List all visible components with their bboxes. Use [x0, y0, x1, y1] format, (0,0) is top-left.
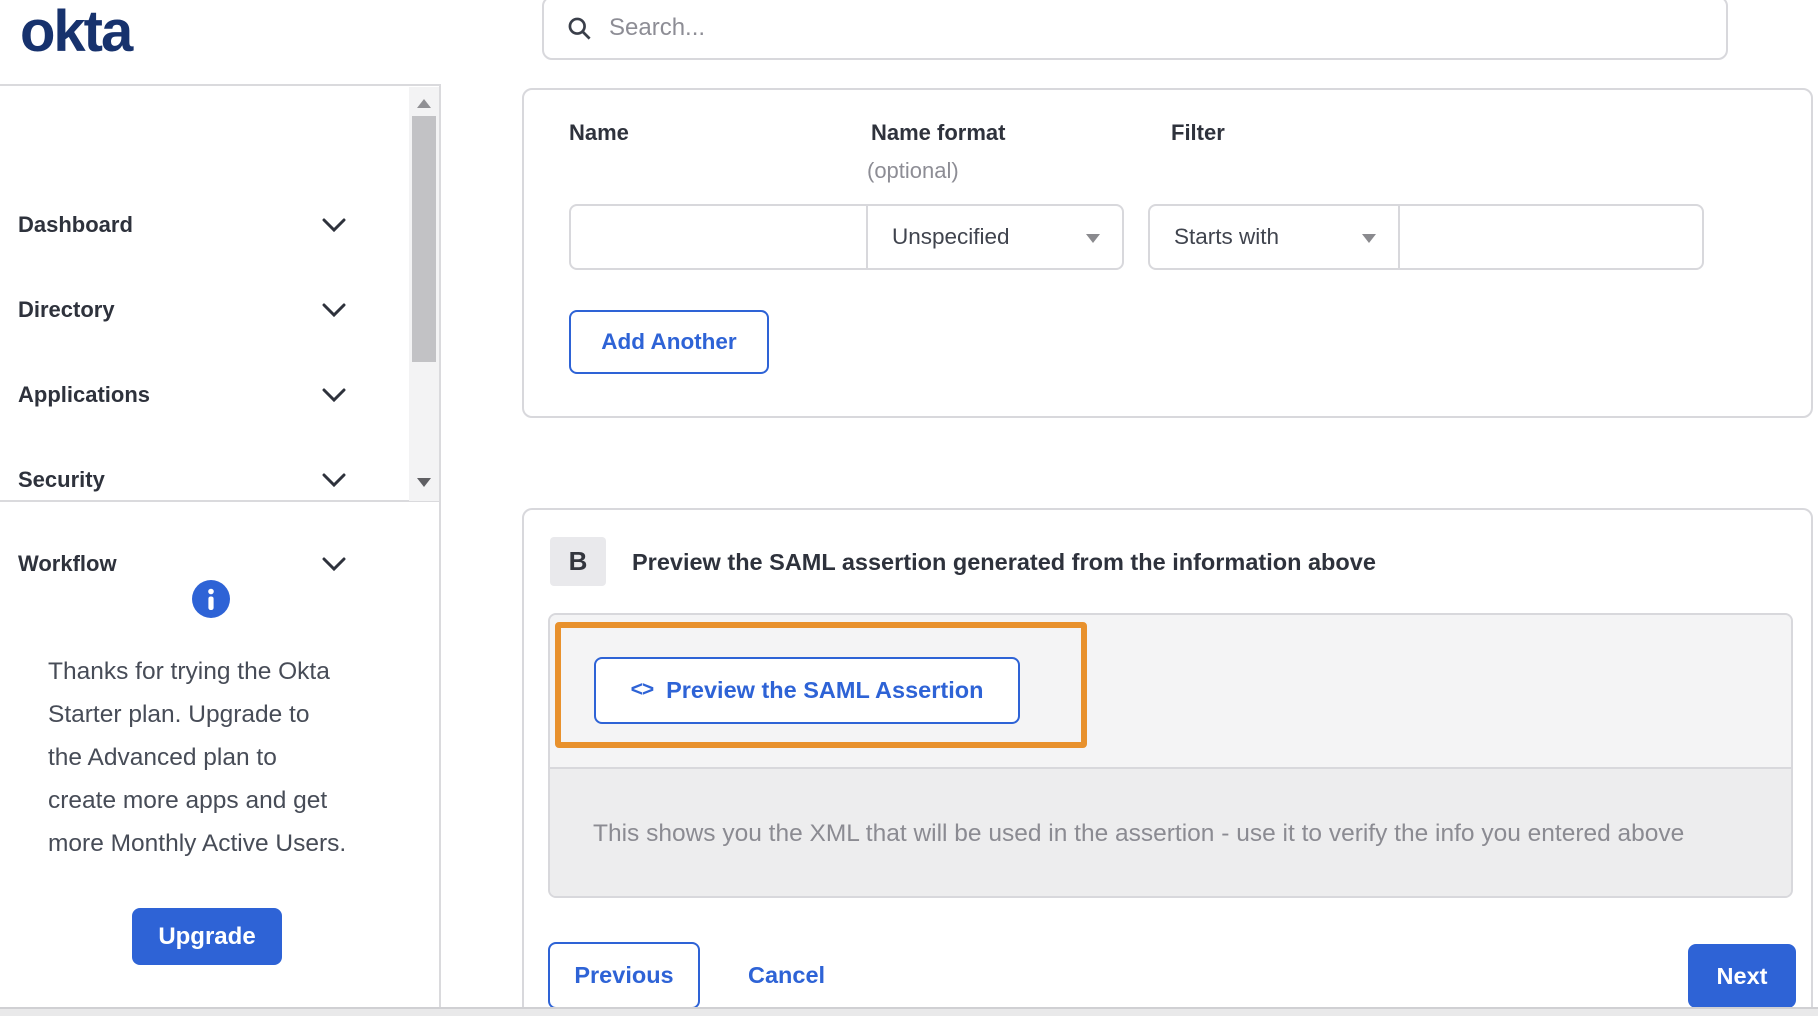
- attribute-name-input[interactable]: [569, 204, 868, 270]
- caret-down-icon: [1086, 234, 1100, 243]
- upgrade-message-line: Thanks for trying the Okta: [48, 658, 330, 685]
- filter-value-input[interactable]: [1398, 204, 1704, 270]
- sidebar-nav: Dashboard Directory Applications Securit…: [0, 84, 441, 576]
- sidebar-item-applications[interactable]: Applications: [0, 373, 408, 417]
- filter-operator-selected-value: Starts with: [1174, 224, 1280, 249]
- sidebar-item-label: Security: [18, 467, 105, 492]
- name-format-optional-label: (optional): [867, 158, 959, 183]
- upgrade-message-line: Starter plan. Upgrade to: [48, 701, 310, 728]
- name-column-label: Name: [569, 120, 629, 145]
- preview-saml-section-card: B Preview the SAML assertion generated f…: [522, 508, 1813, 1016]
- okta-admin-console: okta Dashboard Directory Applications Se…: [0, 0, 1818, 1016]
- chevron-down-icon: [322, 473, 346, 487]
- chevron-down-icon: [322, 218, 346, 232]
- name-format-select[interactable]: Unspecified: [866, 204, 1124, 270]
- window-bottom-edge: [0, 1007, 1818, 1016]
- add-another-button[interactable]: Add Another: [569, 310, 769, 374]
- chevron-down-icon: [322, 303, 346, 317]
- assertion-description-strip: This shows you the XML that will be used…: [550, 767, 1791, 896]
- section-b-badge: B: [550, 537, 606, 586]
- sidebar-item-directory[interactable]: Directory: [0, 288, 408, 332]
- sidebar-scrollbar[interactable]: [409, 87, 439, 501]
- section-heading: Preview the SAML assertion generated fro…: [632, 549, 1376, 575]
- name-format-selected-value: Unspecified: [892, 224, 1010, 249]
- preview-saml-assertion-button[interactable]: <> Preview the SAML Assertion: [594, 657, 1020, 724]
- sidebar-item-label: Directory: [18, 297, 115, 322]
- assertion-description: This shows you the XML that will be used…: [593, 819, 1685, 847]
- sidebar-divider: [439, 84, 441, 1016]
- code-icon: <>: [630, 677, 655, 701]
- sidebar-item-label: Applications: [18, 382, 151, 407]
- cancel-link[interactable]: Cancel: [748, 942, 825, 1009]
- assertion-preview-top: <> Preview the SAML Assertion: [550, 615, 1791, 767]
- scroll-down-icon[interactable]: [417, 478, 431, 487]
- upgrade-message-line: more Monthly Active Users.: [48, 830, 347, 857]
- caret-down-icon: [1362, 234, 1376, 243]
- upgrade-message-line: create more apps and get: [48, 787, 328, 814]
- chevron-down-icon: [322, 388, 346, 402]
- previous-button[interactable]: Previous: [548, 942, 700, 1009]
- scroll-thumb[interactable]: [412, 116, 436, 362]
- search-box[interactable]: [542, 0, 1728, 60]
- filter-column-label: Filter: [1171, 120, 1225, 145]
- okta-logo: okta: [20, 0, 133, 64]
- next-button[interactable]: Next: [1688, 944, 1796, 1008]
- sidebar-item-label: Workflow: [18, 551, 117, 576]
- search-input[interactable]: [609, 14, 1659, 42]
- sidebar-item-security[interactable]: Security: [0, 458, 408, 502]
- name-format-column-label: Name format: [871, 120, 1006, 145]
- scroll-up-icon[interactable]: [417, 99, 431, 108]
- search-icon: [568, 17, 591, 40]
- info-icon: [192, 580, 230, 618]
- upgrade-message-line: the Advanced plan to: [48, 744, 277, 771]
- chevron-down-icon: [322, 557, 346, 571]
- assertion-preview-panel: <> Preview the SAML Assertion This shows…: [548, 613, 1793, 898]
- upgrade-button[interactable]: Upgrade: [132, 908, 282, 965]
- upgrade-message: Thanks for trying the Okta Starter plan.…: [48, 650, 398, 865]
- preview-saml-button-label: Preview the SAML Assertion: [666, 677, 984, 703]
- filter-operator-select[interactable]: Starts with: [1148, 204, 1400, 270]
- sidebar-item-label: Dashboard: [18, 212, 133, 237]
- attribute-statements-card: Name Name format (optional) Filter Unspe…: [522, 88, 1813, 418]
- sidebar-item-dashboard[interactable]: Dashboard: [0, 203, 408, 247]
